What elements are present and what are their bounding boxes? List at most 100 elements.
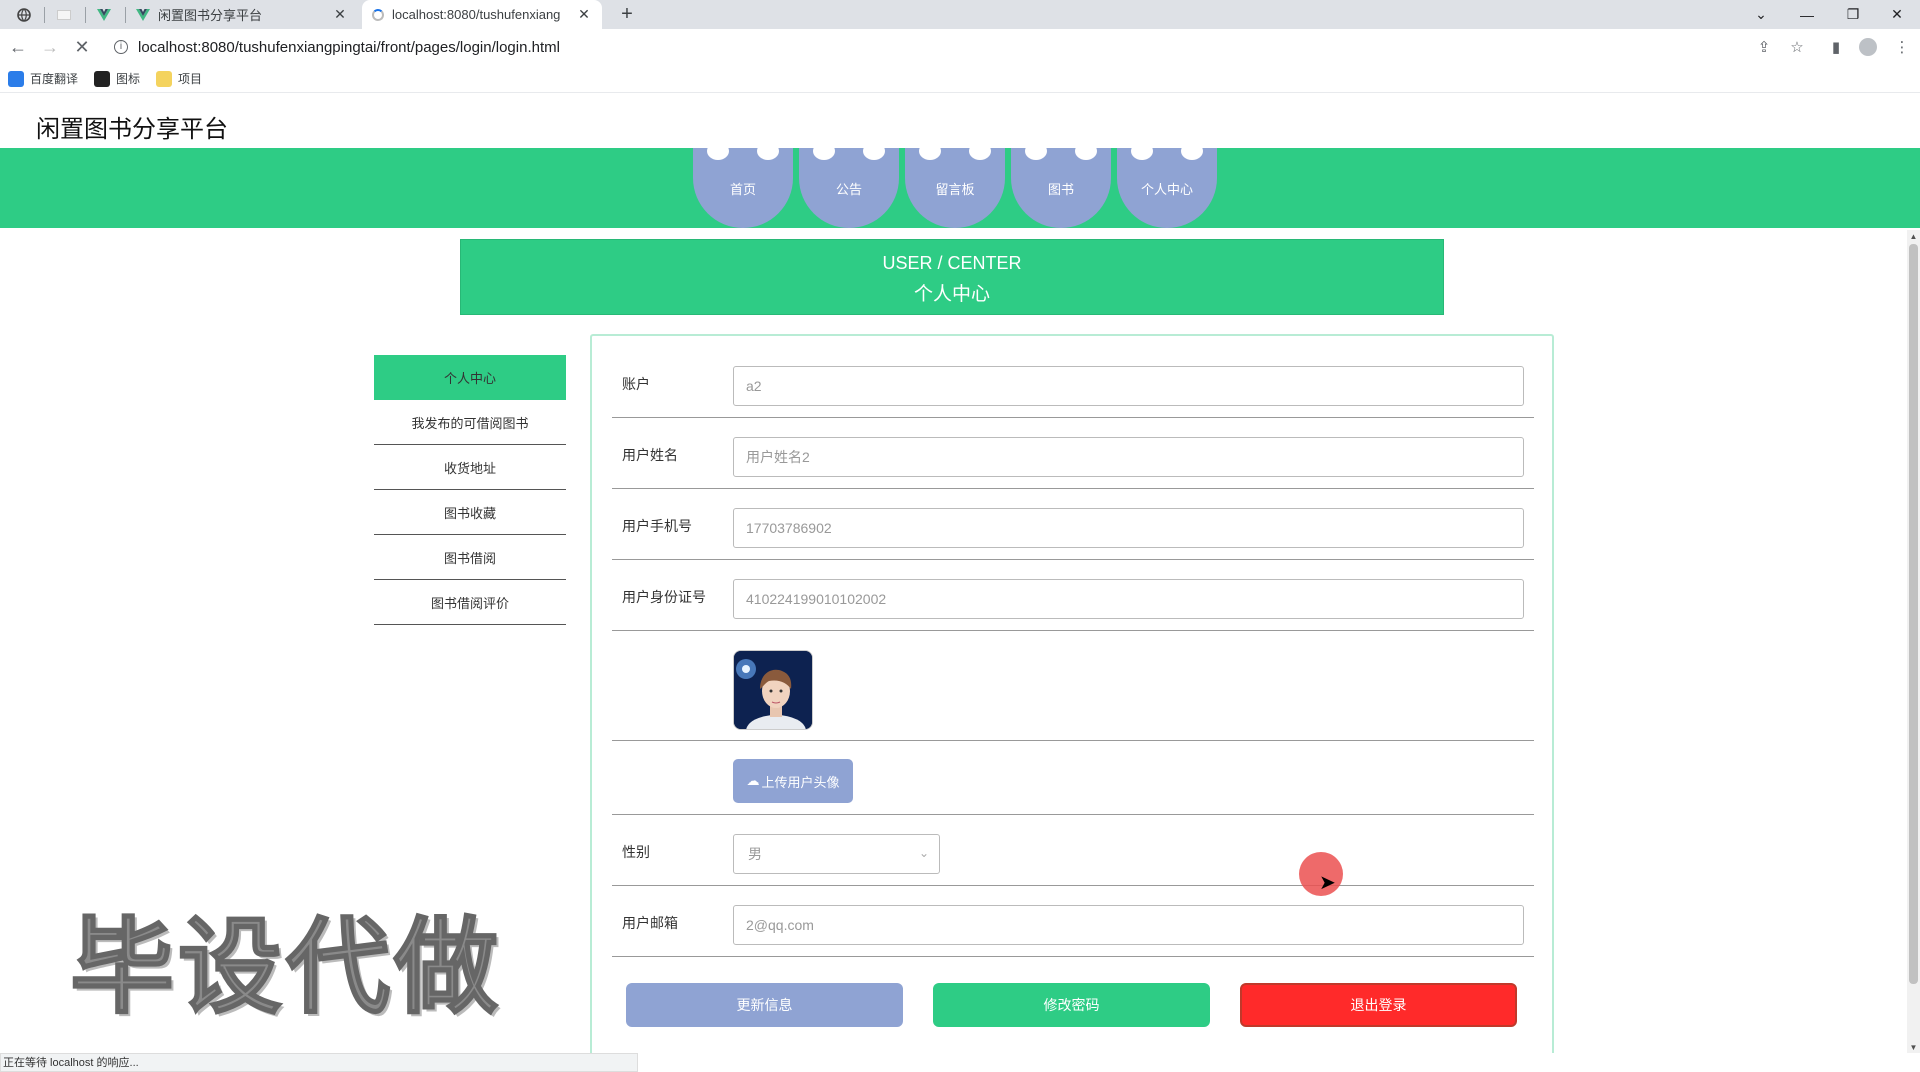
loading-spinner-icon [372, 8, 384, 21]
close-icon[interactable]: ✕ [332, 6, 348, 23]
name-input[interactable]: 用户姓名2 [733, 437, 1524, 477]
nav-user-center[interactable]: 个人中心 [1117, 142, 1217, 228]
idcard-input[interactable]: 410224199010102002 [733, 579, 1524, 619]
browser-tab[interactable]: 闲置图书分享平台 ✕ [126, 0, 358, 29]
nav-label: 个人中心 [1140, 181, 1193, 197]
side-panel-icon[interactable]: ▮ [1826, 37, 1846, 57]
bookmark-item[interactable]: 项目 [156, 70, 202, 87]
nav-messageboard[interactable]: 留言板 [905, 142, 1005, 228]
pinned-tab[interactable] [86, 3, 122, 27]
pinned-tab[interactable] [46, 3, 82, 27]
gender-label: 性别 [622, 844, 650, 860]
browser-tab-active[interactable]: localhost:8080/tushufenxiang ✕ [362, 0, 602, 29]
side-item-favorites[interactable]: 图书收藏 [374, 490, 566, 535]
web-page: 闲置图书分享平台 首页 公告 留言板 图书 个人中心 ▲ ▼ USER / CE… [0, 93, 1920, 1053]
nav-label: 留言板 [935, 181, 975, 197]
tab-search-button[interactable]: ⌄ [1738, 0, 1784, 29]
update-info-button[interactable]: 更新信息 [626, 983, 903, 1027]
bookmark-label: 图标 [116, 72, 141, 86]
user-side-menu: 个人中心 我发布的可借阅图书 收货地址 图书收藏 图书借阅 图书借阅评价 [374, 355, 566, 625]
page-scrollbar[interactable]: ▲ ▼ [1907, 230, 1920, 1053]
form-row-idcard: 用户身份证号 410224199010102002 [612, 560, 1534, 631]
side-item-my-books[interactable]: 我发布的可借阅图书 [374, 400, 566, 445]
pinned-tab[interactable] [6, 3, 42, 27]
translate-icon [8, 70, 24, 87]
scroll-up-icon[interactable]: ▲ [1909, 232, 1918, 242]
restore-button[interactable]: ❐ [1830, 0, 1876, 29]
tab-title: 闲置图书分享平台 [158, 8, 263, 23]
logout-button[interactable]: 退出登录 [1240, 983, 1517, 1027]
form-row-phone: 用户手机号 17703786902 [612, 489, 1534, 560]
close-icon: ✕ [74, 36, 90, 57]
phone-input[interactable]: 17703786902 [733, 508, 1524, 548]
mouse-cursor-icon: ➤ [1319, 872, 1336, 894]
nav-notice[interactable]: 公告 [799, 142, 899, 228]
section-banner: USER / CENTER 个人中心 [460, 239, 1444, 315]
cloud-upload-icon: ☁ [746, 773, 760, 788]
minimize-button[interactable]: — [1784, 0, 1830, 29]
close-icon[interactable]: ✕ [576, 6, 592, 23]
upload-label: 上传用户头像 [761, 774, 840, 790]
more-menu-icon[interactable]: ⋮ [1892, 37, 1912, 57]
close-icon: ✕ [1891, 6, 1903, 22]
browser-toolbar: ← → ✕ i localhost:8080/tushufenxiangping… [0, 29, 1920, 65]
user-info-form: 账户 a2 用户姓名 用户姓名2 用户手机号 17703786902 用户身份证… [590, 334, 1554, 1053]
form-row-email: 用户邮箱 2@qq.com [612, 886, 1534, 957]
scroll-down-icon[interactable]: ▼ [1909, 1043, 1918, 1053]
nav-label: 公告 [835, 181, 862, 197]
side-item-address[interactable]: 收货地址 [374, 445, 566, 490]
nav-home[interactable]: 首页 [693, 142, 793, 228]
nav-books[interactable]: 图书 [1011, 142, 1111, 228]
site-brand: 闲置图书分享平台 [36, 116, 228, 143]
phone-label: 用户手机号 [622, 518, 692, 534]
scrollbar-thumb[interactable] [1909, 244, 1918, 984]
side-item-user-center[interactable]: 个人中心 [374, 355, 566, 400]
blank-page-icon [57, 10, 71, 20]
account-input[interactable]: a2 [733, 366, 1524, 406]
bookmark-item[interactable]: 图标 [94, 70, 140, 87]
email-input[interactable]: 2@qq.com [733, 905, 1524, 945]
banner-title-zh: 个人中心 [913, 284, 990, 305]
form-row-gender: 性别 男 ⌄ [612, 815, 1534, 886]
form-row-account: 账户 a2 [612, 336, 1534, 418]
folder-icon [156, 70, 173, 87]
star-icon[interactable]: ☆ [1787, 37, 1807, 57]
info-icon: i [114, 40, 128, 54]
chevron-down-icon: ⌄ [1755, 6, 1767, 22]
back-button[interactable]: ← [4, 34, 32, 60]
url-text: localhost:8080/tushufenxiangpingtai/fron… [138, 38, 560, 56]
share-icon[interactable]: ⇪ [1754, 37, 1774, 57]
nav-label: 首页 [729, 181, 756, 197]
image-icon [94, 70, 111, 87]
close-window-button[interactable]: ✕ [1874, 0, 1920, 29]
upload-avatar-button[interactable]: ☁ 上传用户头像 [733, 759, 853, 803]
tab-title: localhost:8080/tushufenxiang [392, 7, 561, 22]
form-row-avatar [612, 631, 1534, 741]
bookmarks-bar: 百度翻译 图标 项目 [0, 65, 1920, 93]
gender-select[interactable]: 男 ⌄ [733, 834, 940, 874]
change-password-button[interactable]: 修改密码 [933, 983, 1210, 1027]
side-item-borrowing[interactable]: 图书借阅 [374, 535, 566, 580]
vue-icon [136, 8, 150, 21]
arrow-right-icon: → [41, 36, 59, 57]
banner-title-en: USER / CENTER [882, 253, 1022, 273]
side-item-reviews[interactable]: 图书借阅评价 [374, 580, 566, 625]
bookmark-label: 百度翻译 [30, 72, 79, 86]
stop-button[interactable]: ✕ [68, 34, 96, 60]
forward-button[interactable]: → [36, 34, 64, 60]
watermark-text: 毕设代做 [69, 909, 503, 1027]
avatar-image [734, 651, 812, 729]
globe-icon [17, 8, 31, 22]
chevron-down-icon: ⌄ [918, 846, 929, 860]
address-bar[interactable]: i localhost:8080/tushufenxiangpingtai/fr… [106, 32, 1796, 62]
new-tab-button[interactable]: + [614, 2, 640, 28]
main-nav: 首页 公告 留言板 图书 个人中心 [0, 142, 1920, 228]
name-label: 用户姓名 [622, 447, 678, 463]
browser-status-bar: 正在等待 localhost 的响应... [0, 1053, 638, 1072]
gender-value: 男 [748, 846, 762, 862]
profile-avatar-icon[interactable] [1858, 37, 1878, 57]
user-avatar[interactable] [733, 650, 813, 730]
email-label: 用户邮箱 [622, 915, 678, 931]
browser-tabstrip: 闲置图书分享平台 ✕ localhost:8080/tushufenxiang … [0, 0, 1920, 29]
bookmark-item[interactable]: 百度翻译 [8, 70, 78, 87]
